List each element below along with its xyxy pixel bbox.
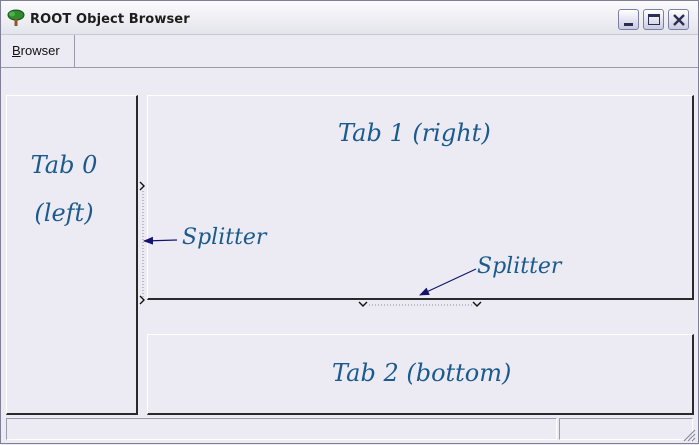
minimize-icon [624,23,633,26]
menu-browser-mnemonic: B [12,43,21,58]
status-bar [1,416,698,443]
splitter-collapse-arrow-icon [358,301,368,307]
vertical-splitter[interactable] [139,181,145,305]
maximize-button[interactable] [643,9,664,30]
status-cell-main [6,418,557,440]
splitter-collapse-arrow-icon [139,295,145,305]
minimize-button[interactable] [618,9,639,30]
menu-browser[interactable]: Browser [1,35,75,67]
horizontal-splitter[interactable] [358,301,482,307]
tab-left-label-line1: Tab 0 [30,151,98,179]
tab-left-label: Tab 0 (left) [28,141,100,237]
tab-right-label: Tab 1 (right) [338,119,491,147]
vertical-splitter-annotation: Splitter [182,225,267,250]
menu-bar: Browser [1,35,698,68]
resize-grip-icon[interactable] [682,428,696,442]
tab-bottom-label: Tab 2 (bottom) [332,359,512,387]
tree-icon [7,9,25,26]
splitter-collapse-arrow-icon [472,301,482,307]
status-cell-secondary [559,418,693,440]
tab-left-label-line2: (left) [34,199,94,227]
maximize-icon [648,14,660,25]
close-button[interactable] [668,9,689,30]
horizontal-splitter-annotation: Splitter [477,254,562,279]
main-window: ROOT Object Browser Browser Tab 0 (left)… [0,0,699,444]
close-icon [673,14,685,26]
splitter-collapse-arrow-icon [139,181,145,191]
title-bar[interactable]: ROOT Object Browser [1,1,698,35]
menu-browser-label: rowser [20,43,60,58]
window-title: ROOT Object Browser [30,12,190,27]
